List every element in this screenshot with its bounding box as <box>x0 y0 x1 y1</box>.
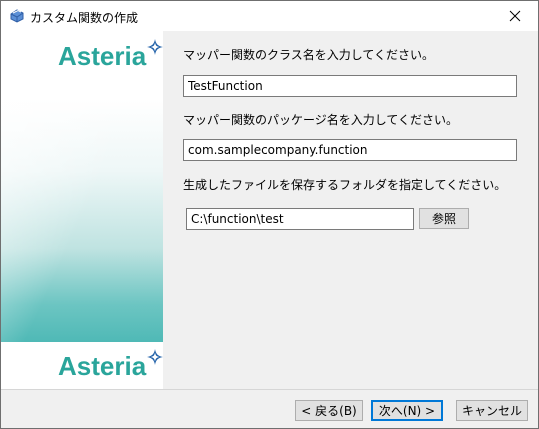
footer-divider <box>1 389 538 390</box>
sparkle-icon <box>147 349 163 365</box>
title-bar[interactable]: カスタム関数の作成 <box>1 1 538 31</box>
cancel-button[interactable]: キャンセル <box>456 400 528 421</box>
close-icon <box>509 10 521 22</box>
close-button[interactable] <box>492 1 538 31</box>
class-name-input[interactable] <box>183 75 517 97</box>
folder-path-input[interactable] <box>186 208 414 230</box>
window-title: カスタム関数の作成 <box>30 11 139 25</box>
dialog-window: カスタム関数の作成 Asteria Asteria マッパー関数のクラス名を入力… <box>0 0 539 429</box>
sparkle-icon <box>147 39 163 55</box>
logo-top: Asteria <box>58 39 163 71</box>
banner-gradient-overlay <box>1 31 163 342</box>
package-name-label: マッパー関数のパッケージ名を入力してください。 <box>183 113 459 127</box>
next-button[interactable]: 次へ(N) > <box>371 400 443 421</box>
folder-label: 生成したファイルを保存するフォルダを指定してください。 <box>183 178 507 192</box>
package-name-input[interactable] <box>183 139 517 161</box>
browse-button[interactable]: 参照 <box>419 208 469 229</box>
class-name-label: マッパー関数のクラス名を入力してください。 <box>183 48 435 62</box>
app-icon <box>9 8 25 24</box>
logo-text: Asteria <box>58 351 147 381</box>
form-content: マッパー関数のクラス名を入力してください。 マッパー関数のパッケージ名を入力して… <box>163 31 538 389</box>
logo-bottom: Asteria <box>58 349 163 381</box>
logo-text: Asteria <box>58 41 147 71</box>
side-banner: Asteria Asteria <box>1 31 163 389</box>
back-button[interactable]: < 戻る(B) <box>295 400 363 421</box>
